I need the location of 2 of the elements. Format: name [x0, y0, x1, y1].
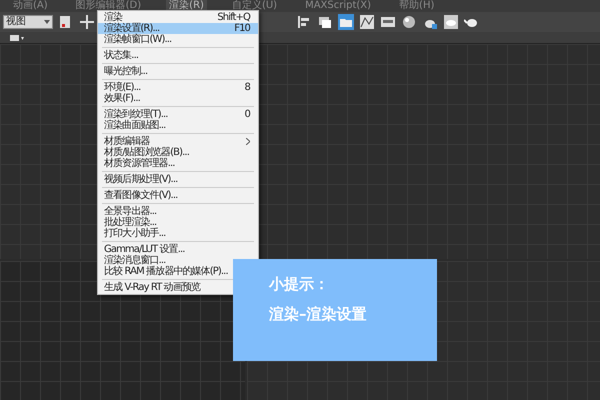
tip-text: 渲染–渲染设置: [269, 304, 366, 325]
tip-title: 小提示：: [269, 274, 329, 295]
